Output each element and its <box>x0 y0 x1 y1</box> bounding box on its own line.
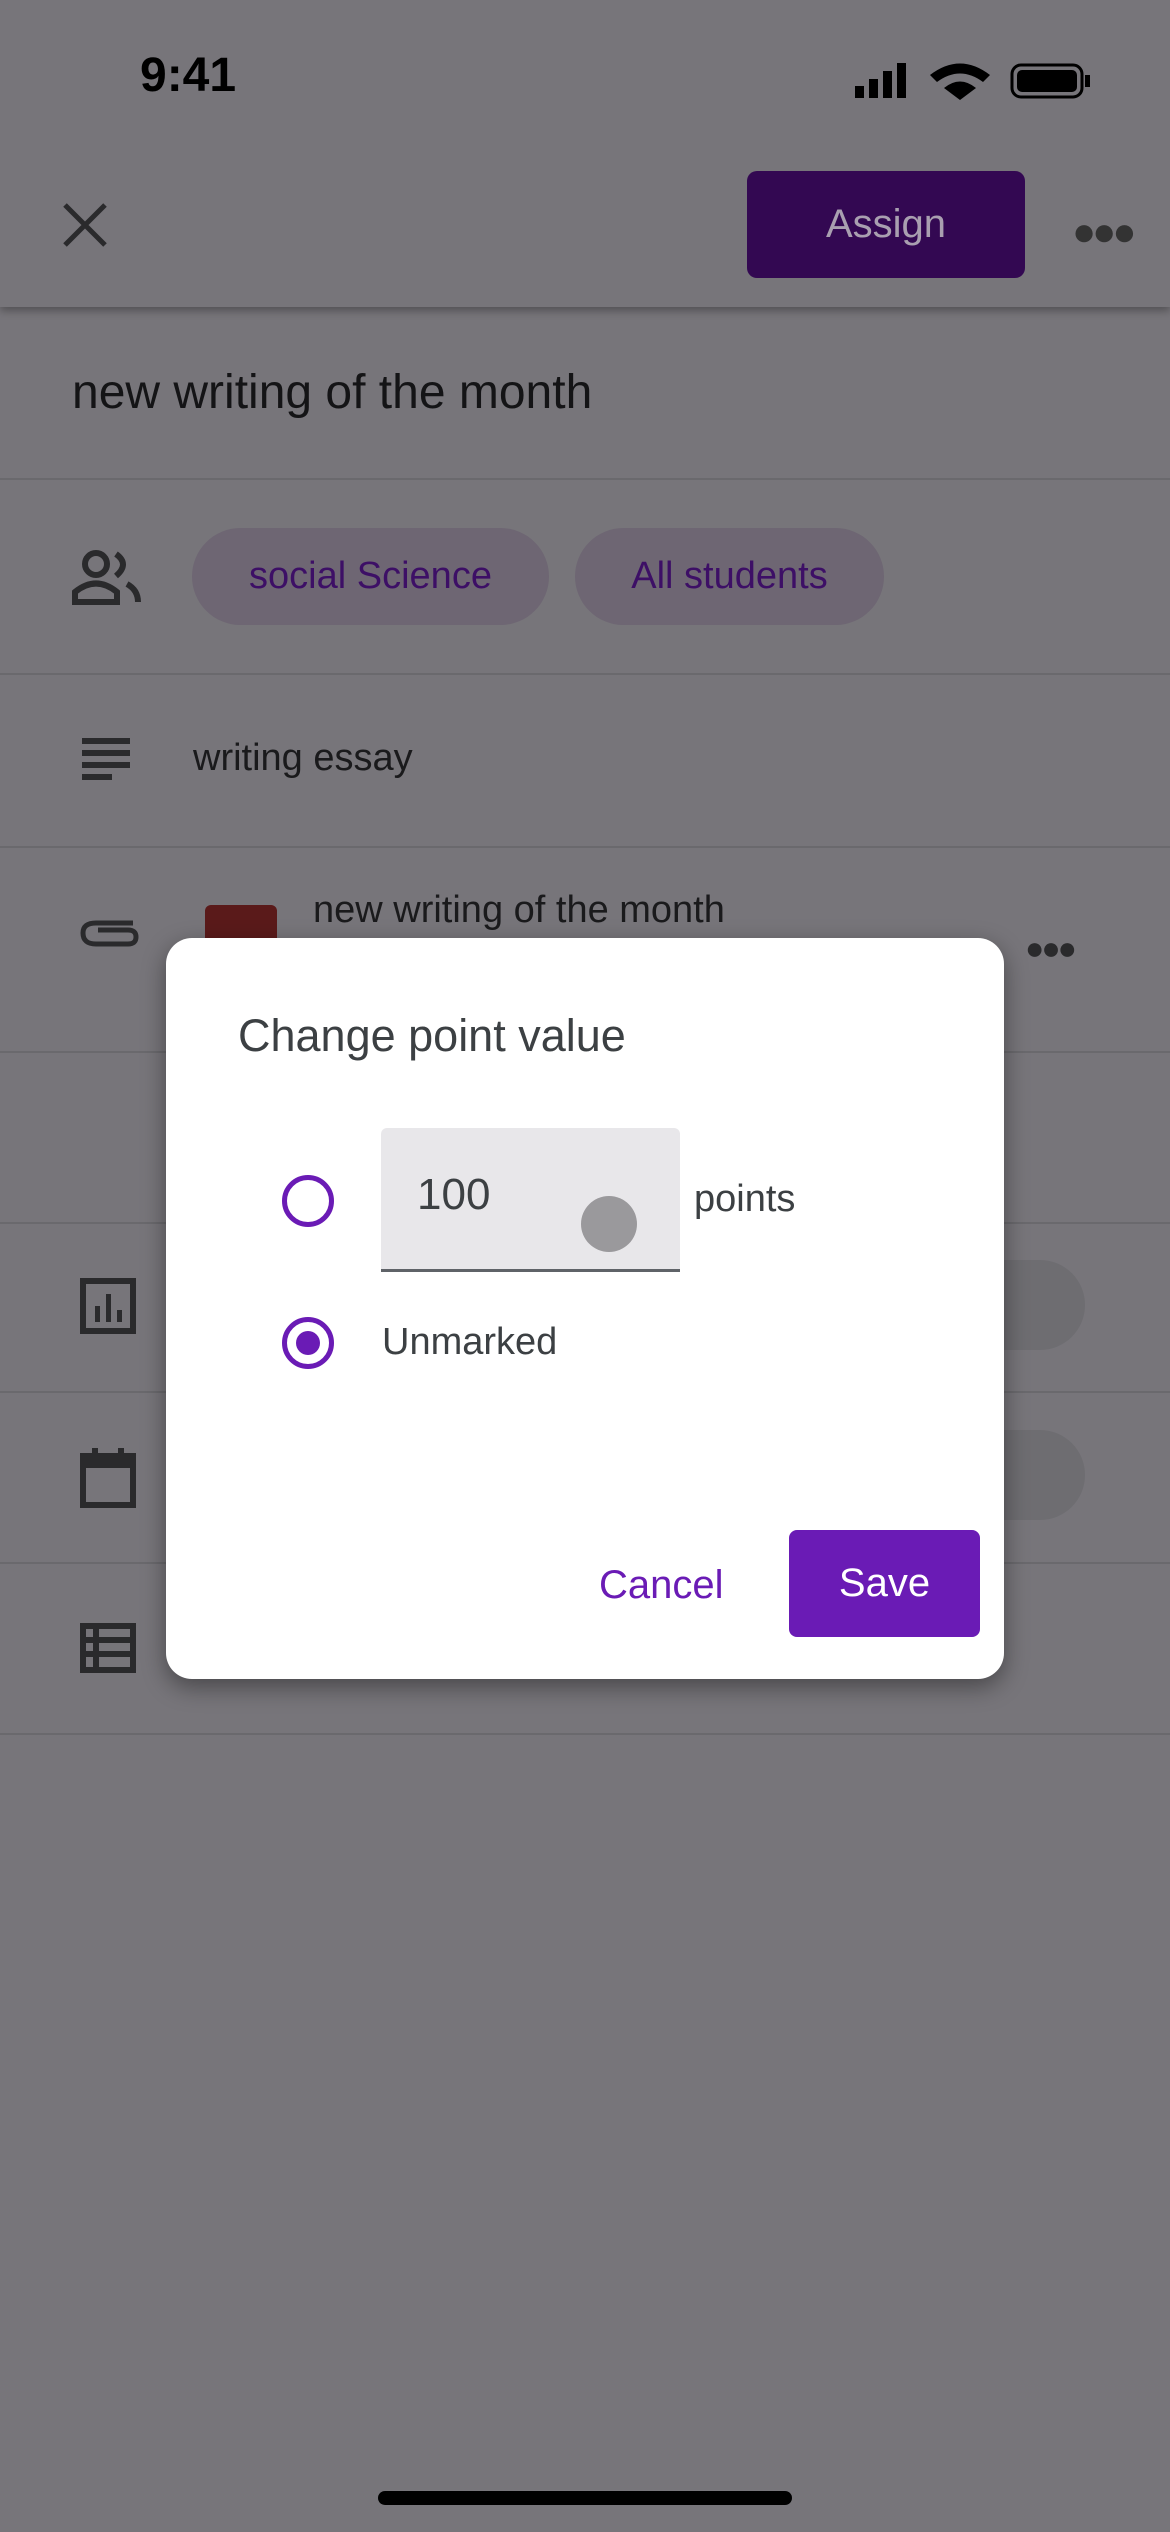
status-icons <box>855 60 1095 100</box>
calendar-icon <box>80 1448 136 1513</box>
points-value: 100 <box>417 1170 491 1219</box>
home-indicator <box>378 2491 792 2505</box>
unmarked-radio[interactable] <box>282 1317 334 1369</box>
change-point-dialog: Change point value 100 points Unmarked C… <box>166 938 1004 1679</box>
more-options-icon[interactable]: ●●● <box>1072 210 1137 255</box>
class-chip[interactable]: social Science <box>192 528 549 625</box>
divider <box>0 478 1170 480</box>
points-label: points <box>694 1178 796 1220</box>
attachment-more-icon[interactable]: ●●● <box>1025 930 1077 967</box>
students-chip[interactable]: All students <box>575 528 884 625</box>
grade-category-icon <box>80 1278 136 1339</box>
dialog-title: Change point value <box>238 1010 626 1061</box>
assignment-title[interactable]: new writing of the month <box>72 365 592 420</box>
description-icon <box>82 738 132 787</box>
status-time: 9:41 <box>140 49 237 102</box>
attachment-icon <box>78 915 140 956</box>
close-icon[interactable] <box>60 200 110 255</box>
unmarked-label[interactable]: Unmarked <box>382 1321 557 1364</box>
divider <box>0 673 1170 675</box>
assign-button[interactable]: Assign <box>747 171 1025 278</box>
people-icon <box>72 550 142 610</box>
description-text[interactable]: writing essay <box>193 737 413 780</box>
cancel-button[interactable]: Cancel <box>599 1563 724 1608</box>
touch-indicator <box>581 1196 637 1252</box>
list-icon <box>80 1623 136 1678</box>
attachment-name[interactable]: new writing of the month <box>313 888 725 932</box>
points-radio[interactable] <box>282 1175 334 1227</box>
divider <box>0 1733 1170 1735</box>
divider <box>0 846 1170 848</box>
save-button[interactable]: Save <box>789 1530 980 1637</box>
points-input[interactable]: 100 <box>381 1128 680 1272</box>
signal-wifi-battery-icon <box>855 63 1090 100</box>
